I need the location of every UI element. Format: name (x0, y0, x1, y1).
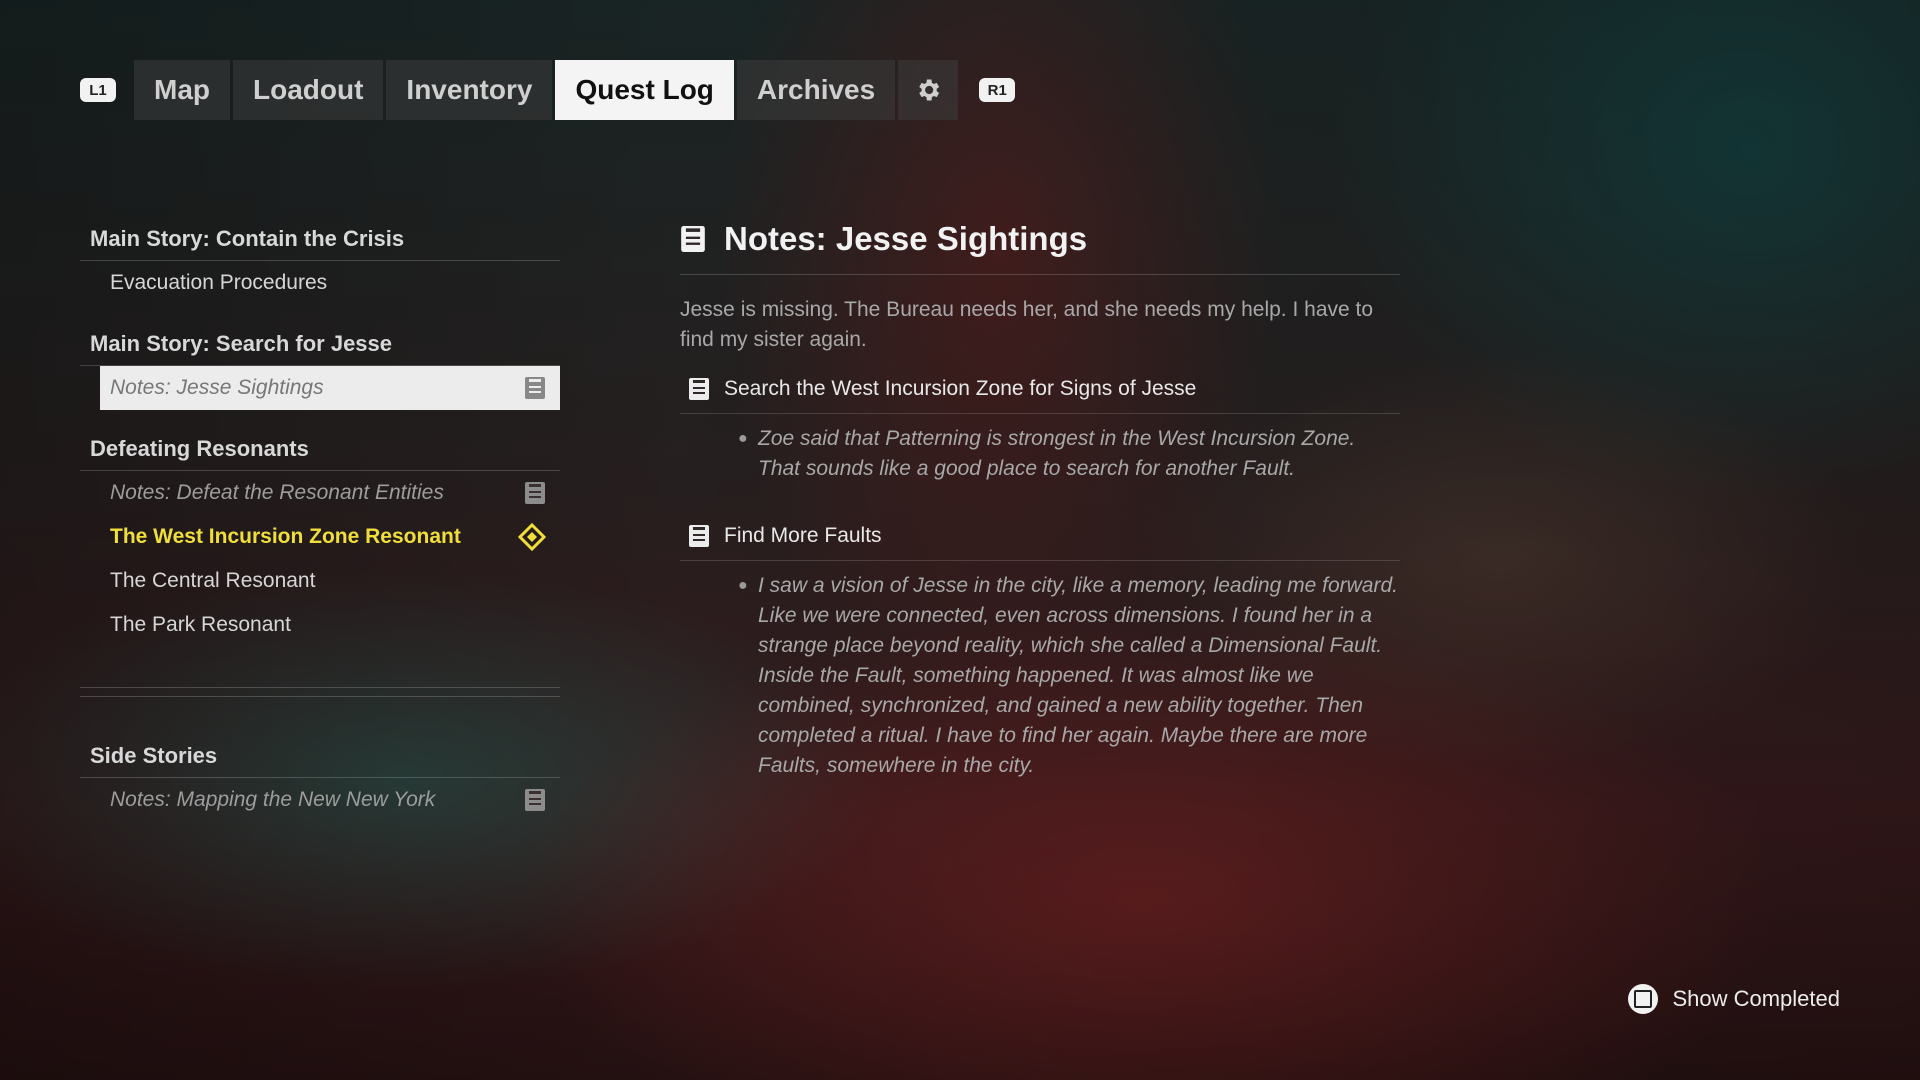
objective-body: ● Zoe said that Patterning is strongest … (680, 414, 1400, 502)
divider (80, 687, 560, 696)
quest-detail-panel: Notes: Jesse Sightings Jesse is missing.… (680, 220, 1400, 799)
note-icon (681, 226, 705, 252)
tab-loadout[interactable]: Loadout (233, 60, 384, 120)
show-completed-toggle[interactable]: Show Completed (1628, 984, 1840, 1014)
tab-archives[interactable]: Archives (736, 60, 896, 120)
quest-item-label: Notes: Defeat the Resonant Entities (110, 481, 444, 504)
note-icon (525, 482, 545, 504)
quest-group-title: Side Stories (80, 737, 560, 778)
detail-title: Notes: Jesse Sightings (724, 220, 1088, 257)
gear-icon (919, 79, 940, 101)
divider (80, 696, 560, 737)
quest-group-title: Main Story: Contain the Crisis (80, 220, 560, 261)
tab-quest-log[interactable]: Quest Log (555, 60, 734, 120)
note-icon (689, 378, 709, 400)
quest-group-title: Main Story: Search for Jesse (80, 325, 560, 366)
detail-header: Notes: Jesse Sightings (680, 220, 1400, 275)
quest-group-defeating-resonants: Defeating Resonants Notes: Defeat the Re… (80, 430, 560, 647)
l1-bumper-button[interactable]: L1 (80, 78, 116, 102)
quest-list: Main Story: Contain the Crisis Evacuatio… (80, 220, 560, 842)
quest-item-label: Notes: Jesse Sightings (110, 376, 324, 399)
note-icon (689, 525, 709, 547)
quest-group-title: Defeating Resonants (80, 430, 560, 471)
square-button-icon (1628, 984, 1659, 1014)
quest-item-central-resonant[interactable]: The Central Resonant (80, 559, 560, 603)
quest-group-contain-crisis: Main Story: Contain the Crisis Evacuatio… (80, 220, 560, 305)
quest-item-jesse-sightings[interactable]: Notes: Jesse Sightings (100, 366, 560, 410)
objective: Search the West Incursion Zone for Signs… (680, 367, 1400, 502)
quest-group-search-jesse: Main Story: Search for Jesse Notes: Jess… (80, 325, 560, 410)
tracked-diamond-icon (518, 523, 546, 551)
quest-item-defeat-resonant-entities[interactable]: Notes: Defeat the Resonant Entities (80, 471, 560, 515)
quest-item-west-incursion-zone-resonant[interactable]: The West Incursion Zone Resonant (80, 515, 560, 559)
objective-title: Find More Faults (724, 524, 882, 547)
objective-body: ● I saw a vision of Jesse in the city, l… (680, 561, 1400, 799)
note-icon (525, 377, 545, 399)
show-completed-label: Show Completed (1672, 986, 1840, 1011)
bullet-icon: ● (738, 430, 748, 447)
tab-settings[interactable] (898, 60, 959, 120)
tab-map[interactable]: Map (134, 60, 230, 120)
quest-item-evacuation-procedures[interactable]: Evacuation Procedures (80, 261, 560, 305)
quest-item-label: The West Incursion Zone Resonant (110, 525, 461, 548)
quest-item-label: Notes: Mapping the New New York (110, 788, 436, 811)
r1-bumper-button[interactable]: R1 (979, 78, 1016, 102)
quest-item-mapping-new-new-york[interactable]: Notes: Mapping the New New York (80, 778, 560, 822)
objective: Find More Faults ● I saw a vision of Jes… (680, 514, 1400, 799)
objective-header: Find More Faults (680, 514, 1400, 561)
quest-item-park-resonant[interactable]: The Park Resonant (80, 603, 560, 647)
quest-item-label: The Central Resonant (110, 569, 316, 592)
objective-text: I saw a vision of Jesse in the city, lik… (758, 574, 1398, 777)
detail-description: Jesse is missing. The Bureau needs her, … (680, 298, 1374, 351)
bullet-icon: ● (738, 577, 748, 594)
quest-group-side-stories: Side Stories Notes: Mapping the New New … (80, 737, 560, 822)
objective-title: Search the West Incursion Zone for Signs… (724, 377, 1197, 400)
objective-header: Search the West Incursion Zone for Signs… (680, 367, 1400, 414)
tab-inventory[interactable]: Inventory (386, 60, 553, 120)
objective-text: Zoe said that Patterning is strongest in… (758, 427, 1356, 480)
quest-item-label: The Park Resonant (110, 613, 291, 636)
tab-bar: L1 Map Loadout Inventory Quest Log Archi… (80, 60, 1016, 120)
quest-item-label: Evacuation Procedures (110, 271, 328, 294)
note-icon (525, 789, 545, 811)
